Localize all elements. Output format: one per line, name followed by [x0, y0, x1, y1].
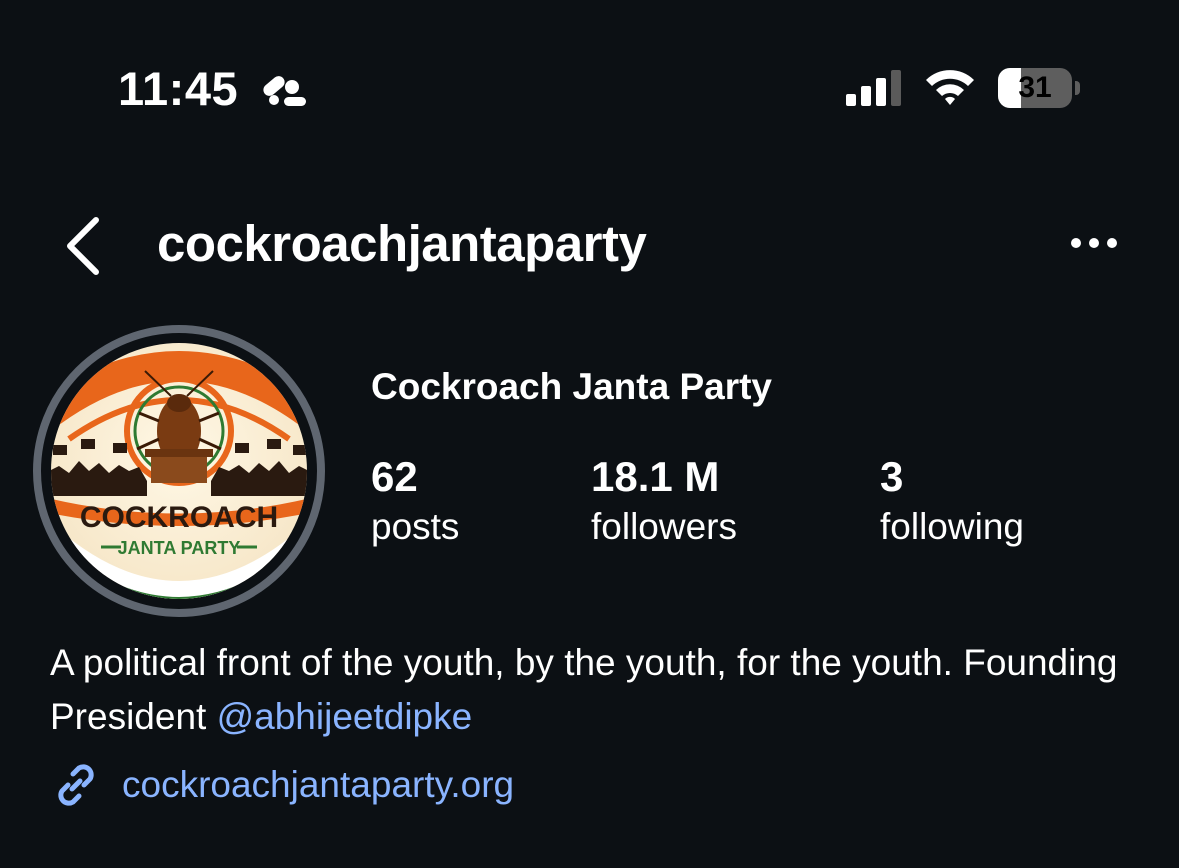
followers-stat[interactable]: 18.1 M followers: [591, 452, 737, 552]
bio-text: A political front of the youth, by the y…: [50, 642, 1118, 737]
status-bar: 11:45 31: [0, 0, 1179, 180]
avatar-logo-subtitle: JANTA PARTY: [118, 538, 241, 558]
battery-indicator: 31: [998, 68, 1084, 108]
wifi-icon: [926, 70, 974, 105]
focus-mode-icon: [263, 76, 306, 106]
cellular-signal-icon: [846, 70, 901, 106]
posts-label: posts: [371, 506, 460, 547]
status-time: 11:45: [118, 62, 239, 115]
following-stat[interactable]: 3 following: [880, 452, 1024, 552]
profile-avatar[interactable]: COCKROACH JANTA PARTY: [29, 321, 329, 621]
link-icon: [58, 764, 94, 806]
battery-body: 31: [998, 68, 1072, 108]
following-count: 3: [880, 453, 904, 500]
profile-username: cockroachjantaparty: [157, 215, 647, 272]
followers-label: followers: [591, 506, 737, 547]
chevron-left-icon[interactable]: [62, 214, 106, 278]
ellipsis-icon[interactable]: [1064, 228, 1124, 258]
posts-stat[interactable]: 62 posts: [371, 452, 459, 552]
profile-display-name: Cockroach Janta Party: [371, 366, 773, 407]
website-url: cockroachjantaparty.org: [122, 764, 515, 805]
profile-bio: A political front of the youth, by the y…: [50, 636, 1130, 744]
battery-cap: [1075, 81, 1080, 95]
followers-count: 18.1 M: [591, 453, 720, 500]
battery-level: 31: [1018, 71, 1052, 104]
profile-website-link[interactable]: cockroachjantaparty.org: [50, 758, 514, 812]
bio-mention-link[interactable]: @abhijeetdipke: [217, 696, 473, 737]
avatar-logo-title: COCKROACH: [80, 501, 278, 534]
posts-count: 62: [371, 453, 418, 500]
following-label: following: [880, 506, 1024, 547]
